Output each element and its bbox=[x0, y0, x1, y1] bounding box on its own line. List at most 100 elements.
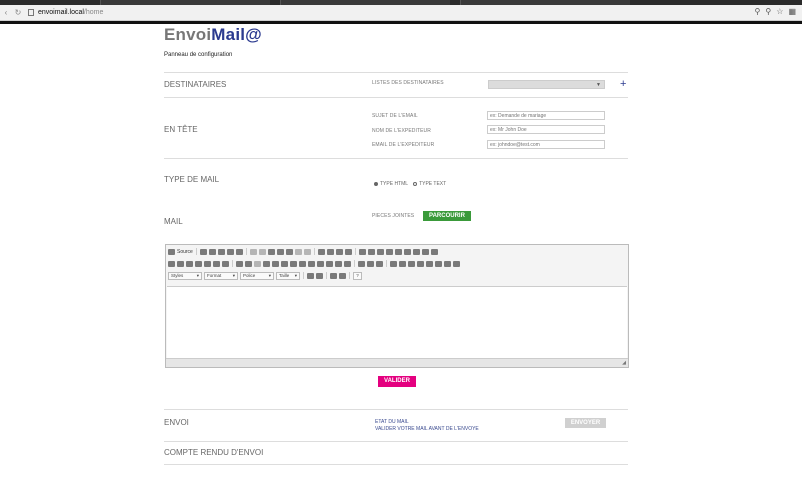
image-icon[interactable] bbox=[390, 260, 397, 267]
blockquote-icon[interactable] bbox=[272, 260, 279, 267]
undo-icon[interactable] bbox=[294, 248, 302, 255]
show-blocks-icon[interactable] bbox=[339, 272, 346, 279]
section-mail: MAIL bbox=[164, 217, 183, 226]
format-dropdown[interactable]: Format ▾ bbox=[204, 271, 238, 280]
source-label[interactable]: Source bbox=[177, 249, 193, 255]
paste-word-icon[interactable] bbox=[285, 248, 293, 255]
sender-email-input[interactable] bbox=[487, 140, 605, 149]
anchor-icon[interactable] bbox=[376, 260, 383, 267]
radio-icon[interactable] bbox=[376, 248, 384, 255]
section-destinataires: DESTINATAIRES bbox=[164, 80, 227, 89]
page-icon bbox=[28, 9, 34, 16]
remove-format-icon[interactable] bbox=[222, 260, 229, 267]
star-icon[interactable]: ☆ bbox=[776, 7, 783, 16]
print-icon[interactable] bbox=[226, 248, 234, 255]
url-host: envoimail.local bbox=[38, 9, 84, 16]
text-color-icon[interactable] bbox=[307, 272, 314, 279]
underline-icon[interactable] bbox=[186, 260, 193, 267]
replace-icon[interactable] bbox=[326, 248, 334, 255]
styles-dropdown[interactable]: Styles ▾ bbox=[168, 271, 202, 280]
radio-type-text[interactable] bbox=[413, 182, 418, 186]
numbered-list-icon[interactable] bbox=[236, 260, 243, 267]
indent-icon[interactable] bbox=[263, 260, 270, 267]
special-char-icon[interactable] bbox=[435, 260, 442, 267]
page-subtitle: Panneau de configuration bbox=[164, 52, 233, 58]
paste-icon[interactable] bbox=[267, 248, 275, 255]
styles-label: Styles bbox=[171, 272, 184, 278]
align-right-icon[interactable] bbox=[308, 260, 315, 267]
select-icon[interactable] bbox=[403, 248, 411, 255]
save-icon[interactable] bbox=[199, 248, 207, 255]
hidden-field-icon[interactable] bbox=[430, 248, 438, 255]
preview-icon[interactable] bbox=[217, 248, 225, 255]
key-icon[interactable]: ⚲ bbox=[765, 7, 771, 16]
textfield-icon[interactable] bbox=[385, 248, 393, 255]
size-dropdown[interactable]: Taille ▾ bbox=[276, 271, 300, 280]
italic-icon[interactable] bbox=[177, 260, 184, 267]
align-center-icon[interactable] bbox=[299, 260, 306, 267]
ltr-icon[interactable] bbox=[326, 260, 333, 267]
div-icon[interactable] bbox=[281, 260, 288, 267]
align-left-icon[interactable] bbox=[290, 260, 297, 267]
subject-input[interactable] bbox=[487, 111, 605, 120]
justify-icon[interactable] bbox=[317, 260, 324, 267]
select-all-icon[interactable] bbox=[335, 248, 343, 255]
superscript-icon[interactable] bbox=[213, 260, 220, 267]
flash-icon[interactable] bbox=[399, 260, 406, 267]
divider bbox=[164, 409, 628, 410]
page-break-icon[interactable] bbox=[444, 260, 451, 267]
url-field[interactable]: envoimail.local/home bbox=[28, 7, 103, 19]
editor-content-area[interactable] bbox=[167, 286, 627, 358]
outdent-icon[interactable] bbox=[254, 260, 261, 267]
strike-icon[interactable] bbox=[195, 260, 202, 267]
find-icon[interactable] bbox=[317, 248, 325, 255]
cut-icon[interactable] bbox=[249, 248, 257, 255]
add-recipient-button[interactable]: + bbox=[620, 78, 626, 90]
back-icon[interactable]: ‹ bbox=[0, 8, 12, 17]
url-path: /home bbox=[83, 9, 104, 16]
textarea-icon[interactable] bbox=[394, 248, 402, 255]
bulleted-list-icon[interactable] bbox=[245, 260, 252, 267]
send-button[interactable]: ENVOYER bbox=[565, 418, 606, 428]
paste-text-icon[interactable] bbox=[276, 248, 284, 255]
help-button[interactable]: ? bbox=[353, 271, 362, 280]
chevron-down-icon: ▼ bbox=[596, 82, 601, 88]
sender-name-input[interactable] bbox=[487, 125, 605, 134]
button-icon[interactable] bbox=[412, 248, 420, 255]
reload-icon[interactable]: ↻ bbox=[12, 8, 24, 17]
spellcheck-icon[interactable] bbox=[344, 248, 352, 255]
resize-handle-icon[interactable]: ◢ bbox=[622, 360, 626, 366]
mail-type-options: TYPE HTML TYPE TEXT bbox=[374, 181, 446, 187]
validate-button[interactable]: VALIDER bbox=[378, 376, 416, 387]
rtl-icon[interactable] bbox=[335, 260, 342, 267]
font-dropdown[interactable]: Police ▾ bbox=[240, 271, 274, 280]
recipient-list-select[interactable]: ▼ bbox=[488, 80, 605, 89]
form-icon[interactable] bbox=[358, 248, 366, 255]
address-bar: ‹ ↻ envoimail.local/home ⚲ ⚲ ☆ ▦ bbox=[0, 5, 802, 21]
language-icon[interactable] bbox=[344, 260, 351, 267]
new-page-icon[interactable] bbox=[208, 248, 216, 255]
templates-icon[interactable] bbox=[235, 248, 243, 255]
font-label: Police bbox=[243, 272, 256, 278]
maximize-icon[interactable] bbox=[330, 272, 337, 279]
zoom-icon[interactable]: ⚲ bbox=[755, 7, 761, 16]
image-button-icon[interactable] bbox=[421, 248, 429, 255]
bold-icon[interactable] bbox=[168, 260, 175, 267]
radio-type-html[interactable] bbox=[374, 182, 378, 186]
browse-button[interactable]: PARCOURIR bbox=[423, 211, 471, 221]
link-icon[interactable] bbox=[358, 260, 365, 267]
horizontal-rule-icon[interactable] bbox=[417, 260, 424, 267]
copy-icon[interactable] bbox=[258, 248, 266, 255]
bg-color-icon[interactable] bbox=[316, 272, 323, 279]
table-icon[interactable] bbox=[408, 260, 415, 267]
redo-icon[interactable] bbox=[303, 248, 311, 255]
checkbox-icon[interactable] bbox=[367, 248, 375, 255]
unlink-icon[interactable] bbox=[367, 260, 374, 267]
source-icon[interactable] bbox=[168, 248, 175, 255]
subscript-icon[interactable] bbox=[204, 260, 211, 267]
subject-label: SUJET DE L'EMAIL bbox=[372, 113, 418, 119]
menu-icon[interactable]: ▦ bbox=[788, 7, 796, 16]
iframe-icon[interactable] bbox=[453, 260, 460, 267]
editor-toolbar-row-2 bbox=[168, 259, 460, 268]
smiley-icon[interactable] bbox=[426, 260, 433, 267]
